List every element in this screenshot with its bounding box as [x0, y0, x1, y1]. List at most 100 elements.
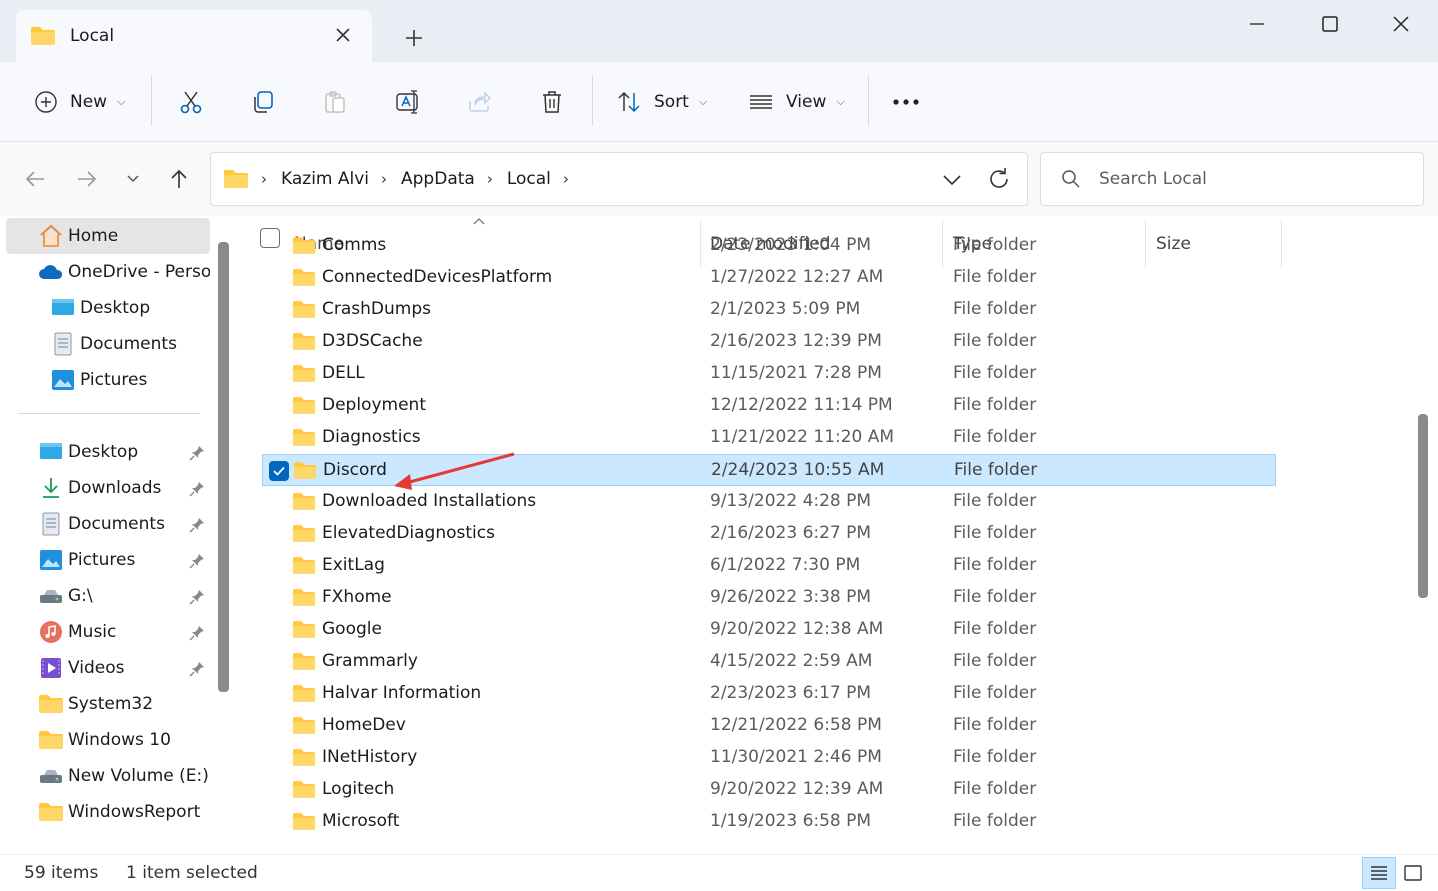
table-row[interactable]: FXhome 9/26/2022 3:38 PM File folder — [262, 582, 1276, 614]
file-name: Google — [322, 619, 382, 639]
breadcrumb-appdata[interactable]: AppData — [401, 169, 475, 189]
tab-local[interactable]: Local — [16, 10, 372, 62]
download-icon — [38, 476, 64, 500]
sort-ascending-icon — [473, 218, 485, 225]
tiles-view-button[interactable] — [1396, 857, 1430, 889]
folder-icon — [292, 652, 316, 676]
up-button[interactable] — [164, 164, 194, 194]
file-type: File folder — [953, 555, 1037, 575]
minimize-button[interactable] — [1232, 6, 1282, 42]
annotation-arrow — [394, 452, 515, 490]
file-list-scrollbar[interactable] — [1418, 414, 1428, 598]
sidebar-item-label: OneDrive - Personal — [68, 262, 210, 282]
tab-title: Local — [70, 26, 115, 46]
folder-icon — [292, 780, 316, 804]
column-divider[interactable] — [1281, 220, 1282, 268]
delete-button[interactable] — [539, 82, 565, 122]
sidebar-scrollbar[interactable] — [218, 242, 229, 692]
pin-icon[interactable] — [188, 552, 206, 570]
paste-button[interactable] — [322, 82, 348, 122]
file-name: CrashDumps — [322, 299, 431, 319]
file-type: File folder — [953, 811, 1037, 831]
cut-button[interactable] — [178, 82, 204, 122]
table-row[interactable]: HomeDev 12/21/2022 6:58 PM File folder — [262, 710, 1276, 742]
file-name: FXhome — [322, 587, 392, 607]
share-button[interactable] — [466, 82, 492, 122]
sidebar-item-onedrive-desktop[interactable]: Desktop — [50, 290, 150, 326]
table-row[interactable]: ElevatedDiagnostics 2/16/2023 6:27 PM File… — [262, 518, 1276, 550]
sidebar-item-onedrive-documents[interactable]: Documents — [50, 326, 177, 362]
address-bar[interactable]: › Kazim Alvi › AppData › Local › — [210, 152, 1028, 206]
forward-button[interactable] — [72, 164, 102, 194]
table-row[interactable]: Halvar Information 2/23/2023 6:17 PM File … — [262, 678, 1276, 710]
more-options-button[interactable] — [892, 82, 920, 122]
file-date: 11/15/2021 7:28 PM — [710, 363, 882, 383]
sidebar-item-system32[interactable]: System32 — [38, 686, 153, 722]
sidebar-item-new-volume[interactable]: New Volume (E:) — [38, 758, 209, 794]
sidebar-item-label: Desktop — [80, 298, 151, 318]
chevron-down-icon — [127, 175, 139, 183]
table-row[interactable]: Microsoft 1/19/2023 6:58 PM File folder — [262, 806, 1276, 838]
folder-icon — [292, 236, 316, 260]
sidebar-item-videos[interactable]: Videos — [38, 650, 125, 686]
copy-button[interactable] — [250, 82, 276, 122]
details-view-button[interactable] — [1362, 857, 1396, 889]
table-row[interactable]: Logitech 9/20/2022 12:39 AM File folder — [262, 774, 1276, 806]
sidebar-item-g-drive[interactable]: G:\ — [38, 578, 93, 614]
sidebar-item-desktop[interactable]: Desktop — [38, 434, 138, 470]
folder-icon — [292, 684, 316, 708]
sidebar-item-home[interactable]: Home — [6, 218, 210, 254]
pin-icon[interactable] — [188, 660, 206, 678]
view-button[interactable]: View ⌵ — [748, 82, 845, 122]
pin-icon[interactable] — [188, 444, 206, 462]
pin-icon[interactable] — [188, 624, 206, 642]
sidebar-item-windows-10[interactable]: Windows 10 — [38, 722, 171, 758]
table-row[interactable]: D3DSCache 2/16/2023 12:39 PM File folder — [262, 326, 1276, 358]
search-box[interactable] — [1040, 152, 1424, 206]
pin-icon[interactable] — [188, 588, 206, 606]
pin-icon[interactable] — [188, 480, 206, 498]
refresh-icon[interactable] — [985, 165, 1013, 193]
table-row[interactable]: Deployment 12/12/2022 11:14 PM File folder — [262, 390, 1276, 422]
sidebar-item-onedrive-pictures[interactable]: Pictures — [50, 362, 147, 398]
table-row[interactable]: Comms 2/23/2023 1:04 PM File folder — [262, 230, 1276, 262]
table-row[interactable]: ConnectedDevicesPlatform 1/27/2022 12:27 … — [262, 262, 1276, 294]
sidebar-item-music[interactable]: Music — [38, 614, 116, 650]
file-type: File folder — [953, 267, 1037, 287]
table-row[interactable]: DELL 11/15/2021 7:28 PM File folder — [262, 358, 1276, 390]
checkmark-icon — [273, 466, 285, 476]
sidebar-item-pictures[interactable]: Pictures — [38, 542, 135, 578]
file-date: 1/19/2023 6:58 PM — [710, 811, 872, 831]
maximize-button[interactable] — [1305, 6, 1355, 42]
file-date: 11/21/2022 11:20 AM — [710, 427, 895, 447]
search-input[interactable] — [1099, 169, 1399, 189]
back-button[interactable] — [20, 164, 50, 194]
recent-locations-button[interactable] — [118, 164, 148, 194]
sort-button[interactable]: Sort ⌵ — [616, 82, 707, 122]
address-dropdown-icon[interactable] — [939, 167, 965, 193]
table-row[interactable]: CrashDumps 2/1/2023 5:09 PM File folder — [262, 294, 1276, 326]
close-window-button[interactable] — [1376, 6, 1426, 42]
sidebar-item-documents[interactable]: Documents — [38, 506, 165, 542]
folder-icon — [292, 300, 316, 324]
breadcrumb-local[interactable]: Local — [507, 169, 551, 189]
folder-icon — [292, 492, 316, 516]
close-tab-icon[interactable] — [332, 24, 354, 46]
table-row[interactable]: INetHistory 11/30/2021 2:46 PM File folder — [262, 742, 1276, 774]
file-name: INetHistory — [322, 747, 418, 767]
file-date: 9/13/2022 4:28 PM — [710, 491, 872, 511]
sidebar-item-windowsreport[interactable]: WindowsReport — [38, 794, 200, 830]
breadcrumb-kazim-alvi[interactable]: Kazim Alvi — [281, 169, 369, 189]
new-button[interactable]: New ⌵ — [34, 82, 125, 122]
cut-icon — [180, 91, 202, 114]
pin-icon[interactable] — [188, 516, 206, 534]
sidebar-item-downloads[interactable]: Downloads — [38, 470, 161, 506]
table-row[interactable]: ExitLag 6/1/2022 7:30 PM File folder — [262, 550, 1276, 582]
videos-icon — [38, 656, 64, 680]
row-checkbox[interactable] — [269, 461, 289, 481]
table-row[interactable]: Google 9/20/2022 12:38 AM File folder — [262, 614, 1276, 646]
table-row[interactable]: Grammarly 4/15/2022 2:59 AM File folder — [262, 646, 1276, 678]
new-tab-icon[interactable] — [400, 24, 428, 52]
sidebar-item-onedrive[interactable]: OneDrive - Personal — [38, 254, 210, 290]
rename-button[interactable] — [394, 82, 422, 122]
